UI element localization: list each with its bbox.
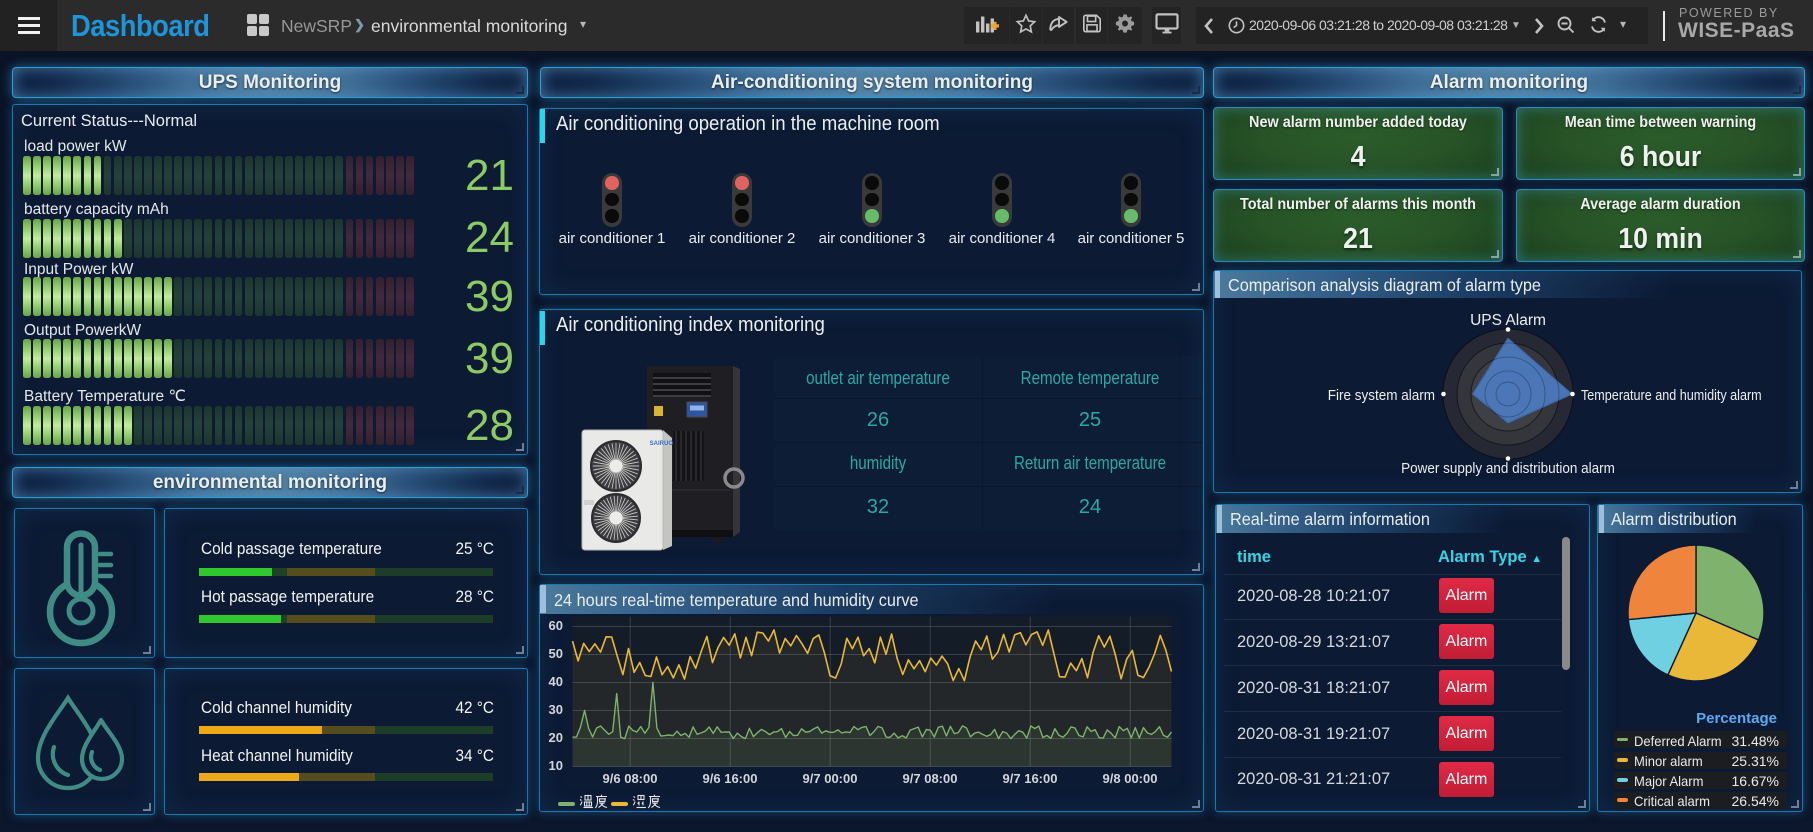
svg-text:SAIRUO: SAIRUO	[648, 441, 673, 447]
